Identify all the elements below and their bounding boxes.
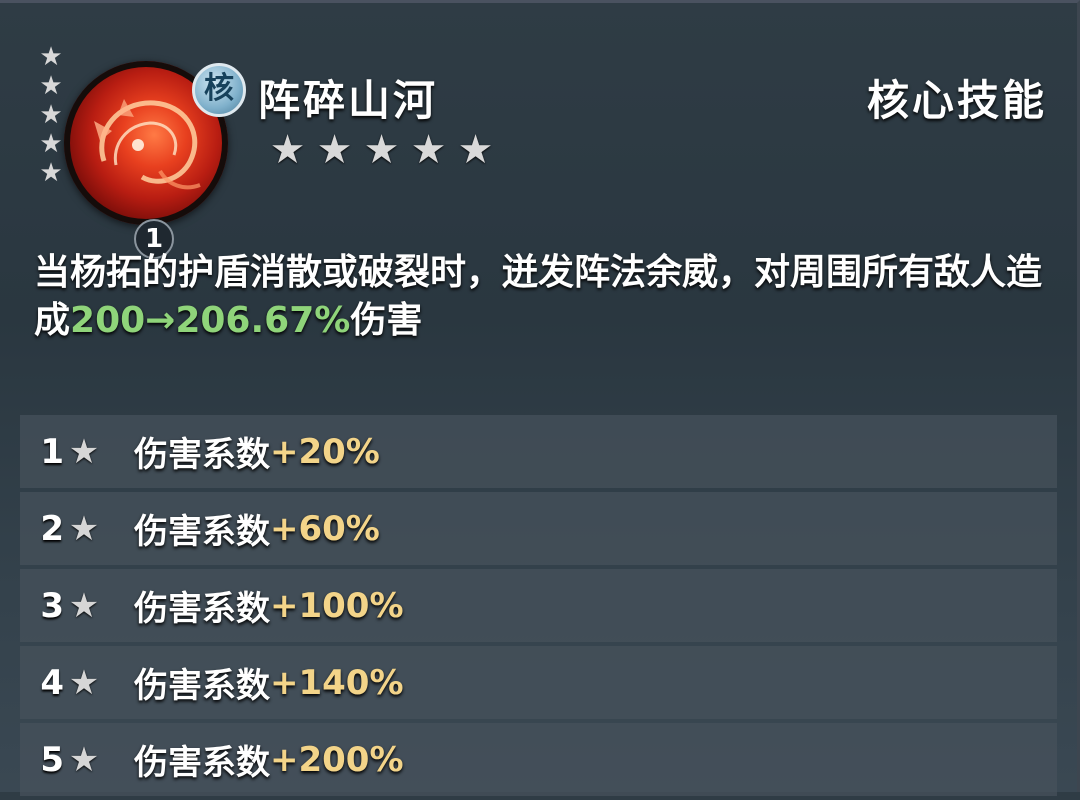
upgrade-row: 2 ★ 伤害系数 +60% (20, 492, 1057, 565)
upgrade-label: 伤害系数 (134, 666, 270, 706)
skill-description: 当杨拓的护盾消散或破裂时，迸发阵法余威，对周围所有敌人造成200→206.67%… (34, 249, 1054, 345)
upgrade-row: 1 ★ 伤害系数 +20% (20, 415, 1057, 488)
star-icon: ★ (316, 127, 353, 173)
skill-icon-container[interactable]: ★ ★ ★ ★ ★ 核 1 (36, 43, 246, 259)
star-icon: ★ (39, 71, 63, 101)
skill-detail-panel: ★ ★ ★ ★ ★ 核 1 阵碎山河 核心技能 ★ ★ ★ ★ ★ 当杨拓的护盾… (0, 0, 1080, 796)
upgrade-level: 4 (40, 662, 64, 703)
skill-name: 阵碎山河 (258, 76, 439, 125)
star-icon: ★ (363, 127, 400, 173)
upgrade-row: 5 ★ 伤害系数 +200% (20, 723, 1057, 796)
upgrade-value: +60% (270, 508, 380, 549)
upgrade-list: 1 ★ 伤害系数 +20% 2 ★ 伤害系数 +60% 3 ★ 伤害系数 +10… (20, 415, 1057, 800)
skill-icon-star-column: ★ ★ ★ ★ ★ (36, 43, 66, 188)
upgrade-value: +20% (270, 431, 380, 472)
upgrade-label: 伤害系数 (134, 512, 270, 552)
star-icon: ★ (39, 158, 63, 188)
upgrade-value: +100% (270, 585, 404, 626)
star-icon: ★ (39, 100, 63, 130)
damage-value: 200→206.67% (70, 300, 351, 341)
upgrade-value: +200% (270, 739, 404, 780)
star-icon: ★ (39, 129, 63, 159)
upgrade-level: 1 (40, 431, 64, 472)
upgrade-level: 5 (40, 739, 64, 780)
skill-star-rating: ★ ★ ★ ★ ★ (264, 127, 499, 173)
upgrade-value: +140% (270, 662, 404, 703)
star-icon: ★ (68, 508, 100, 549)
star-icon: ★ (68, 431, 100, 472)
star-icon: ★ (269, 127, 306, 173)
upgrade-label: 伤害系数 (134, 435, 270, 475)
core-skill-badge: 核 (192, 63, 246, 117)
star-icon: ★ (68, 585, 100, 626)
upgrade-row: 4 ★ 伤害系数 +140% (20, 646, 1057, 719)
upgrade-row: 3 ★ 伤害系数 +100% (20, 569, 1057, 642)
star-icon: ★ (68, 662, 100, 703)
upgrade-label: 伤害系数 (134, 589, 270, 629)
description-suffix: 伤害 (350, 300, 423, 341)
skill-type-label: 核心技能 (866, 76, 1047, 125)
star-icon: ★ (68, 739, 100, 780)
star-icon: ★ (410, 127, 447, 173)
upgrade-label: 伤害系数 (134, 743, 270, 783)
star-icon: ★ (39, 42, 63, 72)
upgrade-level: 2 (40, 508, 64, 549)
star-icon: ★ (457, 127, 494, 173)
upgrade-level: 3 (40, 585, 64, 626)
